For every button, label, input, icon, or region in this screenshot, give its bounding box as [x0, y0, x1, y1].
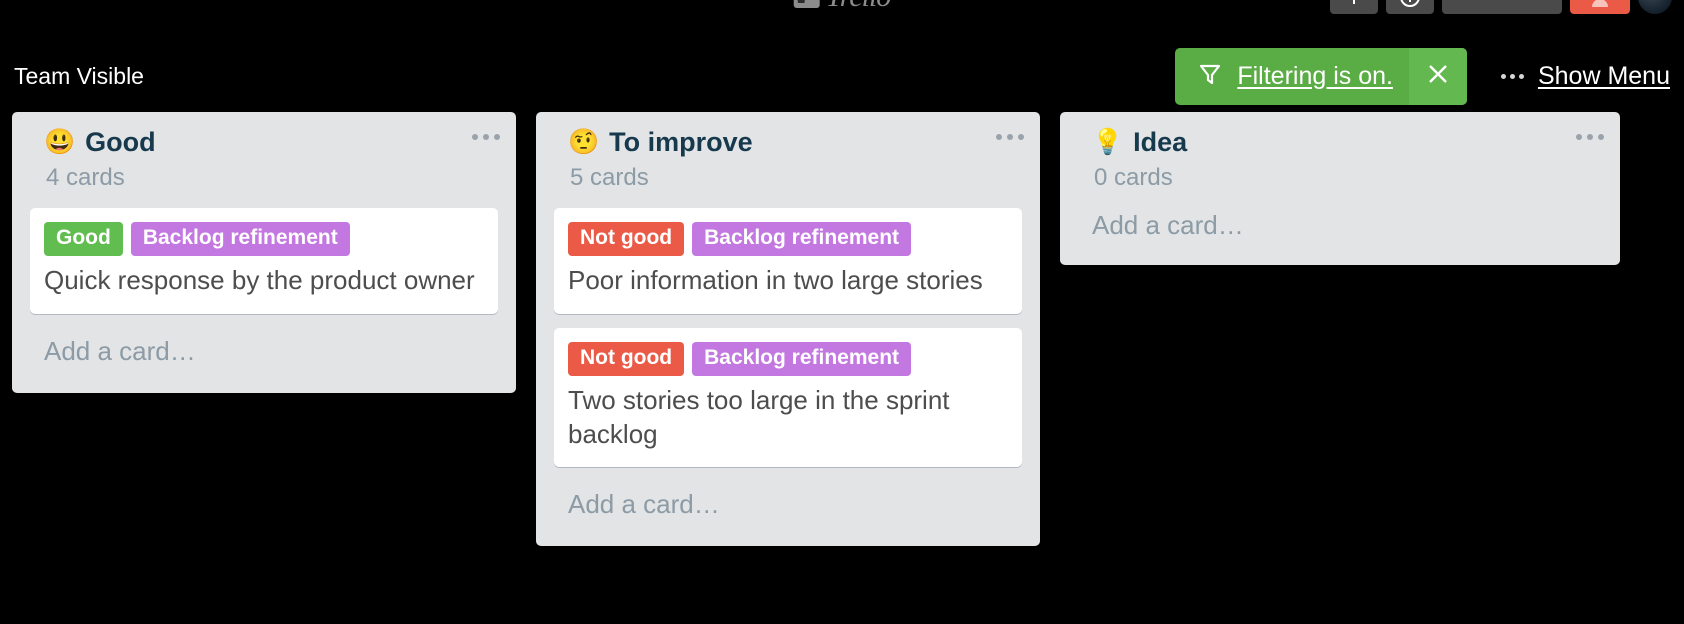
- filter-status-pill: Filtering is on.: [1175, 47, 1467, 105]
- list-card-count: 0 cards: [1094, 163, 1173, 191]
- card-label[interactable]: Backlog refinement: [692, 221, 912, 256]
- card-label[interactable]: Backlog refinement: [130, 221, 350, 256]
- header-right-group: [1330, 0, 1672, 14]
- list-card-count: 4 cards: [46, 163, 125, 191]
- add-button[interactable]: [1330, 0, 1378, 14]
- alert-badge-button[interactable]: [1570, 0, 1630, 14]
- info-button[interactable]: [1386, 0, 1434, 14]
- bell-icon: [1489, 0, 1515, 9]
- card-title: Two stories too large in the sprint back…: [568, 384, 950, 449]
- card[interactable]: Not good Backlog refinement Two stories …: [554, 327, 1022, 468]
- card[interactable]: Good Backlog refinement Quick response b…: [30, 207, 498, 314]
- logo-wordmark: Trello: [826, 0, 892, 14]
- card[interactable]: Not good Backlog refinement Poor informa…: [554, 207, 1022, 314]
- trello-logo[interactable]: Trello: [793, 0, 892, 14]
- list-title[interactable]: 😃 Good: [44, 127, 472, 158]
- list-header: 😃 Good 4 cards: [22, 122, 506, 194]
- notifications-button[interactable]: [1442, 0, 1562, 14]
- trello-board-icon: [793, 0, 820, 8]
- show-menu-button[interactable]: Show Menu: [1500, 61, 1670, 91]
- board-visibility-label: Team Visible: [14, 62, 144, 89]
- card-labels: Not good Backlog refinement: [568, 341, 1008, 376]
- card-label[interactable]: Backlog refinement: [692, 341, 912, 376]
- add-card-button[interactable]: Add a card…: [546, 467, 1030, 546]
- user-avatar[interactable]: [1638, 0, 1672, 14]
- grinning-face-emoji: 😃: [44, 128, 76, 157]
- plus-icon: [1345, 0, 1363, 6]
- add-card-button[interactable]: Add a card…: [1070, 194, 1610, 265]
- card-list: Not good Backlog refinement Poor informa…: [546, 194, 1030, 468]
- filtering-is-on-button[interactable]: Filtering is on.: [1175, 48, 1409, 105]
- app-header: Trello: [0, 0, 1684, 22]
- list-header: 💡 Idea 0 cards: [1070, 122, 1610, 194]
- light-bulb-emoji: 💡: [1092, 128, 1124, 157]
- board-lists-container: 😃 Good 4 cards Good Backlog refinement Q…: [0, 112, 1684, 624]
- face-with-raised-eyebrow-emoji: 🤨: [568, 128, 600, 157]
- card-label[interactable]: Not good: [568, 221, 685, 256]
- board-bar-actions: Filtering is on. Show Menu: [1175, 47, 1670, 105]
- card-list: Good Backlog refinement Quick response b…: [22, 194, 506, 314]
- info-circle-icon: [1399, 0, 1421, 8]
- list-actions-menu[interactable]: [472, 134, 500, 140]
- card-label[interactable]: Not good: [568, 341, 685, 376]
- close-x-icon: [1425, 61, 1451, 92]
- list-title-text: Good: [85, 127, 156, 157]
- list-title[interactable]: 💡 Idea: [1092, 127, 1576, 158]
- card-title: Quick response by the product owner: [44, 264, 475, 295]
- list-good: 😃 Good 4 cards Good Backlog refinement Q…: [12, 112, 516, 393]
- list-title-text: To improve: [609, 127, 753, 157]
- list-actions-menu[interactable]: [1576, 134, 1604, 140]
- show-menu-label: Show Menu: [1537, 61, 1670, 90]
- list-idea: 💡 Idea 0 cards Add a card…: [1060, 112, 1620, 265]
- card-labels: Not good Backlog refinement: [568, 221, 1008, 256]
- clear-filter-button[interactable]: [1408, 47, 1467, 105]
- card-labels: Good Backlog refinement: [44, 221, 484, 256]
- list-title[interactable]: 🤨 To improve: [568, 127, 996, 158]
- user-badge-icon: [1590, 0, 1610, 7]
- card-title: Poor information in two large stories: [568, 264, 983, 295]
- filter-funnel-icon: [1197, 61, 1223, 92]
- trello-board-app: Trello: [0, 0, 1684, 624]
- list-actions-menu[interactable]: [996, 134, 1024, 140]
- list-header: 🤨 To improve 5 cards: [546, 122, 1030, 194]
- list-to-improve: 🤨 To improve 5 cards Not good Backlog re…: [536, 112, 1040, 547]
- ellipsis-horizontal-icon: [1500, 73, 1524, 79]
- list-title-text: Idea: [1133, 127, 1188, 157]
- board-bar: Team Visible Filtering is on. Show Menu: [0, 47, 1684, 105]
- list-card-count: 5 cards: [570, 163, 649, 191]
- add-card-button[interactable]: Add a card…: [22, 314, 506, 393]
- card-label[interactable]: Good: [44, 221, 123, 256]
- filter-status-label: Filtering is on.: [1237, 61, 1393, 90]
